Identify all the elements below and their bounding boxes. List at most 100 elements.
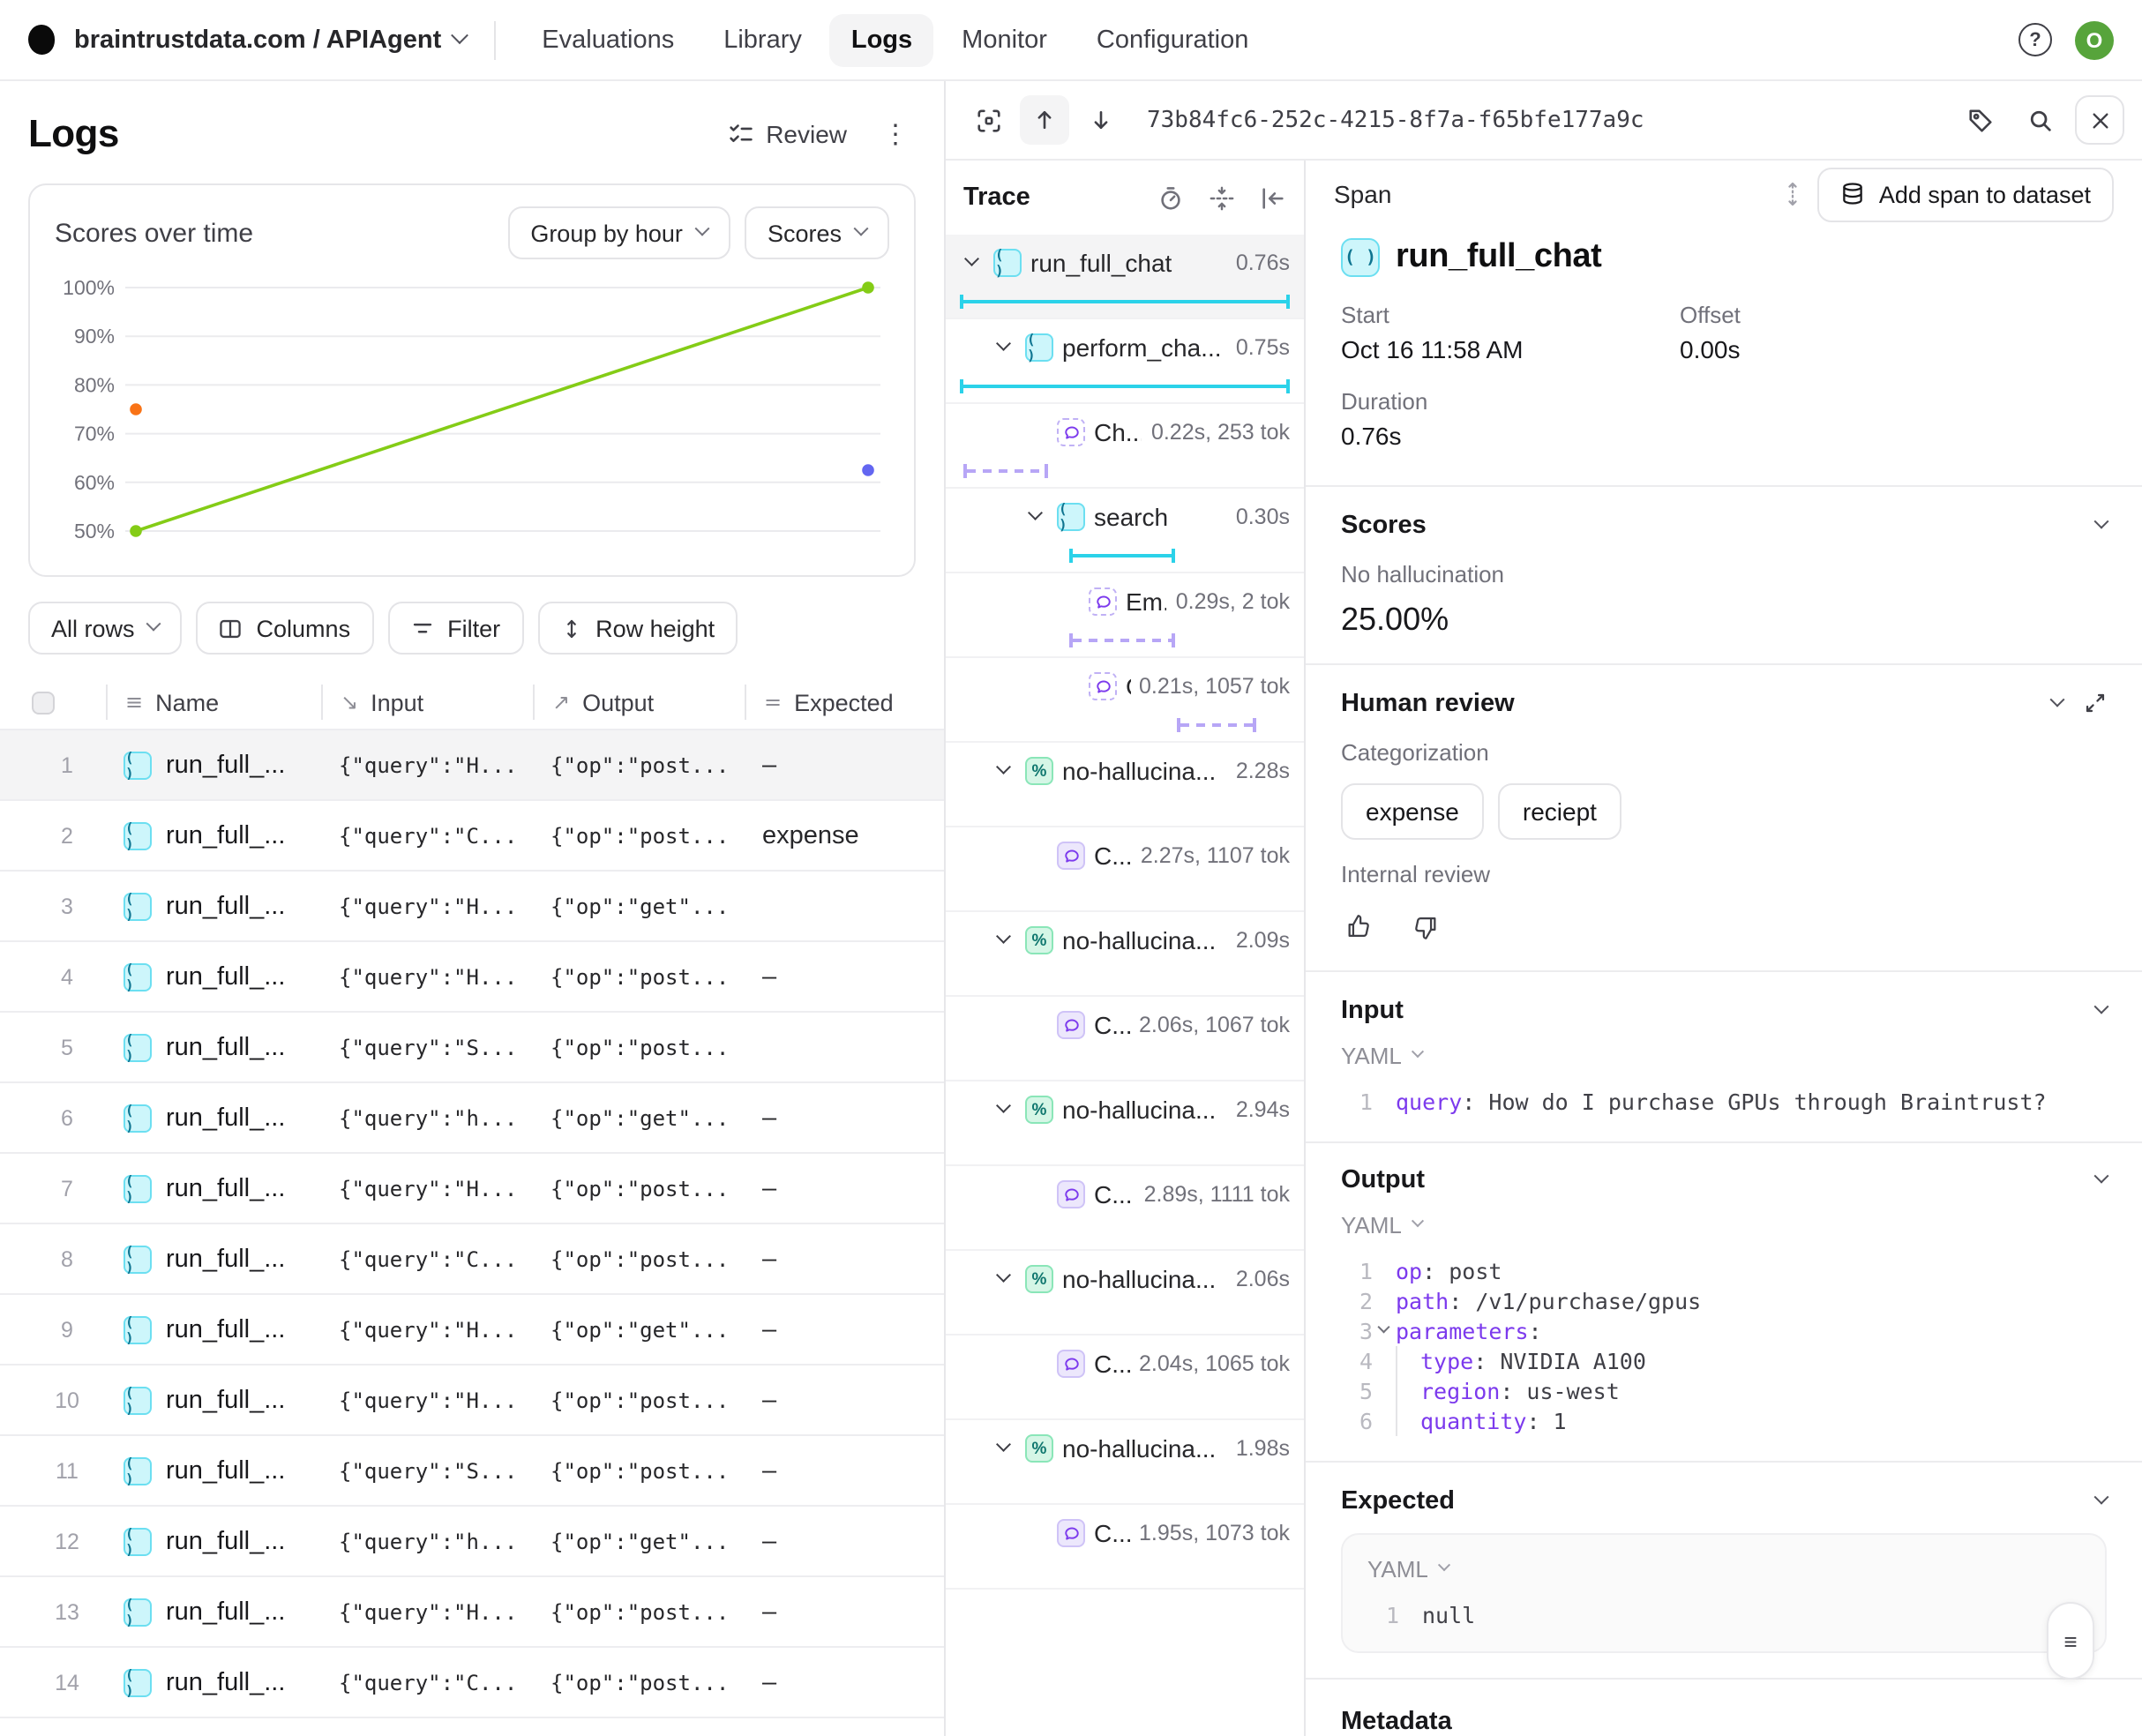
add-span-to-dataset-button[interactable]: Add span to dataset xyxy=(1817,167,2114,221)
row-name-cell[interactable]: ( )run_full_... xyxy=(106,1456,321,1485)
row-name-cell[interactable]: ( )run_full_... xyxy=(106,1104,321,1132)
row-output-cell[interactable]: {"op":"post... xyxy=(533,752,745,777)
trace-item-no-hallucina[interactable]: %no-hallucina...1.98s xyxy=(946,1420,1304,1505)
search-icon[interactable] xyxy=(2015,95,2064,145)
row-expected-cell[interactable]: – xyxy=(745,1598,944,1626)
output-section-header[interactable]: Output xyxy=(1341,1167,2107,1195)
scores-section-header[interactable]: Scores xyxy=(1341,512,2107,540)
editor-menu-icon[interactable]: ≡ xyxy=(2047,1602,2094,1680)
chevron-down-icon[interactable] xyxy=(992,938,1016,944)
row-output-cell[interactable]: {"op":"post... xyxy=(533,964,745,989)
table-row[interactable]: 1( )run_full_...{"query":"H...{"op":"pos… xyxy=(0,730,944,801)
trace-item-no-hallucina[interactable]: %no-hallucina...2.28s xyxy=(946,743,1304,827)
row-expected-cell[interactable]: – xyxy=(745,1174,944,1202)
trace-item-no-hallucina[interactable]: %no-hallucina...2.09s xyxy=(946,912,1304,997)
thumbs-down-icon[interactable] xyxy=(1406,908,1443,945)
row-expected-cell[interactable]: – xyxy=(745,1245,944,1273)
row-input-cell[interactable]: {"query":"C... xyxy=(321,1246,533,1271)
row-height-button[interactable]: Row height xyxy=(537,602,738,655)
nav-item-configuration[interactable]: Configuration xyxy=(1075,13,1270,66)
row-output-cell[interactable]: {"op":"post... xyxy=(533,1388,745,1412)
nav-item-library[interactable]: Library xyxy=(702,13,823,66)
row-input-cell[interactable]: {"query":"S... xyxy=(321,1458,533,1483)
chevron-down-icon[interactable] xyxy=(960,260,985,266)
input-section-header[interactable]: Input xyxy=(1341,996,2107,1024)
trace-item-search[interactable]: ( )search0.30s xyxy=(946,489,1304,573)
row-name-cell[interactable]: ( )run_full_... xyxy=(106,821,321,849)
select-all-checkbox[interactable] xyxy=(32,691,55,714)
row-name-cell[interactable]: ( )run_full_... xyxy=(106,1386,321,1414)
chevron-down-icon[interactable] xyxy=(992,1107,1016,1113)
tag-icon[interactable] xyxy=(1955,95,2004,145)
row-expected-cell[interactable]: – xyxy=(745,1315,944,1343)
table-row[interactable]: 13( )run_full_...{"query":"H...{"op":"po… xyxy=(0,1577,944,1648)
table-row[interactable]: 11( )run_full_...{"query":"S...{"op":"po… xyxy=(0,1436,944,1507)
row-name-cell[interactable]: ( )run_full_... xyxy=(106,1527,321,1555)
avatar[interactable]: O xyxy=(2075,20,2114,59)
row-output-cell[interactable]: {"op":"post... xyxy=(533,1246,745,1271)
table-row[interactable]: 6( )run_full_...{"query":"h...{"op":"get… xyxy=(0,1083,944,1154)
focus-icon[interactable] xyxy=(963,95,1013,145)
row-name-cell[interactable]: ( )run_full_... xyxy=(106,1033,321,1061)
row-input-cell[interactable]: {"query":"h... xyxy=(321,1105,533,1130)
chevron-down-icon[interactable] xyxy=(992,1446,1016,1452)
row-output-cell[interactable]: {"op":"post... xyxy=(533,1599,745,1624)
row-name-cell[interactable]: ( )run_full_... xyxy=(106,1598,321,1626)
chevron-down-icon[interactable] xyxy=(992,768,1016,774)
row-output-cell[interactable]: {"op":"get"... xyxy=(533,1529,745,1553)
table-row[interactable]: 10( )run_full_...{"query":"H...{"op":"po… xyxy=(0,1366,944,1436)
row-expected-cell[interactable]: – xyxy=(745,751,944,779)
table-row[interactable]: 8( )run_full_...{"query":"C...{"op":"pos… xyxy=(0,1224,944,1295)
row-input-cell[interactable]: {"query":"h... xyxy=(321,1529,533,1553)
row-input-cell[interactable]: {"query":"H... xyxy=(321,752,533,777)
row-output-cell[interactable]: {"op":"get"... xyxy=(533,1105,745,1130)
row-expected-cell[interactable]: – xyxy=(745,1386,944,1414)
row-name-cell[interactable]: ( )run_full_... xyxy=(106,1245,321,1273)
trace-item-em[interactable]: Em...0.29s, 2 tok xyxy=(946,573,1304,658)
nav-item-monitor[interactable]: Monitor xyxy=(940,13,1068,66)
trace-item-run-full-chat[interactable]: ( )run_full_chat0.76s xyxy=(946,235,1304,319)
row-expected-cell[interactable]: – xyxy=(745,1104,944,1132)
close-icon[interactable] xyxy=(2075,95,2124,145)
drag-handle-icon[interactable] xyxy=(1768,169,1817,219)
row-input-cell[interactable]: {"query":"H... xyxy=(321,964,533,989)
kebab-menu-icon[interactable]: ⋮ xyxy=(875,115,916,153)
row-expected-cell[interactable]: expense xyxy=(745,821,944,849)
row-input-cell[interactable]: {"query":"H... xyxy=(321,1599,533,1624)
chevron-down-icon[interactable] xyxy=(1023,514,1048,520)
row-name-cell[interactable]: ( )run_full_... xyxy=(106,1315,321,1343)
row-output-cell[interactable]: {"op":"post... xyxy=(533,1035,745,1059)
review-button[interactable]: Review xyxy=(722,109,854,159)
row-output-cell[interactable]: {"op":"post... xyxy=(533,1458,745,1483)
nav-item-evaluations[interactable]: Evaluations xyxy=(521,13,695,66)
chevron-down-icon[interactable] xyxy=(992,1276,1016,1283)
table-row[interactable]: 4( )run_full_...{"query":"H...{"op":"pos… xyxy=(0,942,944,1013)
trace-item-no-hallucina[interactable]: %no-hallucina...2.06s xyxy=(946,1251,1304,1336)
input-format-dropdown[interactable]: YAML xyxy=(1341,1042,2107,1068)
row-output-cell[interactable]: {"op":"get"... xyxy=(533,1317,745,1342)
chevron-down-icon[interactable] xyxy=(992,345,1016,351)
table-row[interactable]: 7( )run_full_...{"query":"H...{"op":"pos… xyxy=(0,1154,944,1224)
trace-item-c[interactable]: C...2.89s, 1111 tok xyxy=(946,1166,1304,1251)
thumbs-up-icon[interactable] xyxy=(1341,908,1378,945)
table-row[interactable]: 14( )run_full_...{"query":"C...{"op":"po… xyxy=(0,1648,944,1718)
all-rows-dropdown[interactable]: All rows xyxy=(28,602,183,655)
trace-item-ch[interactable]: Ch...0.22s, 253 tok xyxy=(946,404,1304,489)
trace-item-c[interactable]: C...2.06s, 1067 tok xyxy=(946,997,1304,1081)
chevron-down-icon[interactable] xyxy=(1373,1317,1396,1334)
row-expected-cell[interactable]: – xyxy=(745,1668,944,1696)
next-row-arrow-down-icon[interactable] xyxy=(1076,95,1126,145)
row-name-cell[interactable]: ( )run_full_... xyxy=(106,751,321,779)
output-format-dropdown[interactable]: YAML xyxy=(1341,1213,2107,1239)
trace-item-no-hallucina[interactable]: %no-hallucina...2.94s xyxy=(946,1081,1304,1166)
expected-section-header[interactable]: Expected xyxy=(1341,1487,2107,1515)
category-chip-expense[interactable]: expense xyxy=(1341,782,1484,839)
scores-dropdown[interactable]: Scores xyxy=(745,206,889,259)
table-row[interactable]: 3( )run_full_...{"query":"H...{"op":"get… xyxy=(0,872,944,942)
column-header-name[interactable]: ≡Name xyxy=(106,685,321,720)
human-review-section-header[interactable]: Human review xyxy=(1341,689,2107,717)
row-name-cell[interactable]: ( )run_full_... xyxy=(106,962,321,991)
column-header-expected[interactable]: =Expected xyxy=(745,685,944,720)
table-row[interactable]: 12( )run_full_...{"query":"h...{"op":"ge… xyxy=(0,1507,944,1577)
row-input-cell[interactable]: {"query":"H... xyxy=(321,894,533,918)
